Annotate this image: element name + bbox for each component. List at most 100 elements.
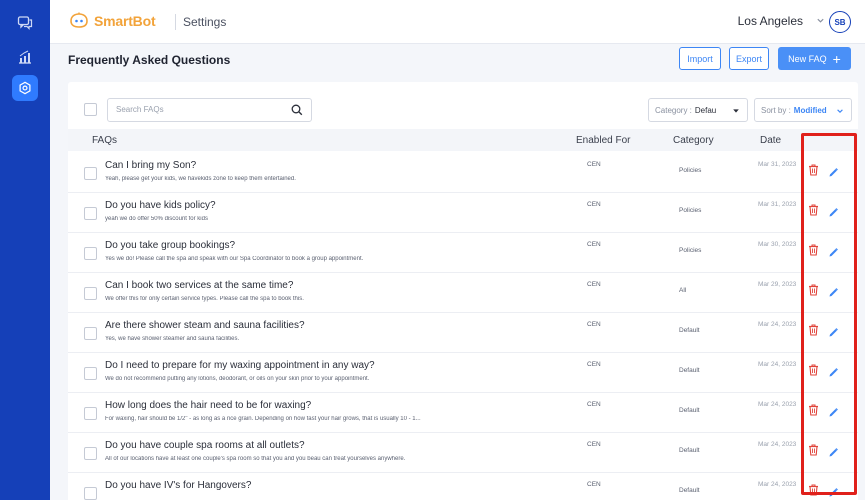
chevron-down-icon[interactable]: [816, 16, 825, 25]
row-checkbox[interactable]: [84, 367, 97, 380]
faq-date: Mar 31, 2023: [758, 161, 797, 168]
faq-category: Default: [679, 447, 700, 454]
select-all-checkbox[interactable]: [84, 103, 97, 116]
delete-icon[interactable]: [808, 443, 819, 461]
table-row[interactable]: Do you have kids policy? yeah we do offer…: [68, 193, 858, 233]
user-avatar[interactable]: SB: [829, 11, 851, 33]
category-filter-select[interactable]: Category : Defau: [648, 98, 748, 122]
faq-question[interactable]: Do you have couple spa rooms at all outl…: [105, 440, 305, 451]
table-row[interactable]: How long does the hair need to be for wa…: [68, 393, 858, 433]
search-placeholder: Search FAQs: [116, 105, 164, 114]
left-nav-rail: [0, 0, 50, 500]
delete-icon[interactable]: [808, 403, 819, 421]
faq-enabled-for: CEN: [587, 401, 601, 408]
delete-icon[interactable]: [808, 163, 819, 181]
faq-enabled-for: CEN: [587, 441, 601, 448]
table-row[interactable]: Do you have couple spa rooms at all outl…: [68, 433, 858, 473]
faq-date: Mar 24, 2023: [758, 481, 797, 488]
edit-pencil-icon[interactable]: [828, 365, 839, 383]
faq-question[interactable]: Are there shower steam and sauna facilit…: [105, 320, 305, 331]
faq-category: Policies: [679, 167, 702, 174]
row-checkbox[interactable]: [84, 407, 97, 420]
row-checkbox[interactable]: [84, 447, 97, 460]
import-button[interactable]: Import: [679, 47, 721, 70]
faq-answer: We offer this for only certain service t…: [105, 296, 304, 302]
faq-answer: Yes we do! Please call the spa and speak…: [105, 256, 364, 262]
chevron-down-icon: [837, 109, 843, 113]
top-bar: SmartBot Settings Los Angeles SB: [50, 0, 865, 44]
edit-pencil-icon[interactable]: [828, 445, 839, 463]
faq-question[interactable]: Can I book two services at the same time…: [105, 280, 293, 291]
table-row[interactable]: Do you take group bookings? Yes we do! Pl…: [68, 233, 858, 273]
row-checkbox[interactable]: [84, 167, 97, 180]
edit-pencil-icon[interactable]: [828, 245, 839, 263]
divider: [175, 14, 176, 30]
faq-question[interactable]: How long does the hair need to be for wa…: [105, 400, 311, 411]
location-selector[interactable]: Los Angeles: [738, 14, 803, 28]
table-row[interactable]: Do you have IV's for Hangovers? CEN Defaul…: [68, 473, 858, 500]
faq-enabled-for: CEN: [587, 361, 601, 368]
faq-category: Default: [679, 367, 700, 374]
edit-pencil-icon[interactable]: [828, 405, 839, 423]
faq-date: Mar 24, 2023: [758, 441, 797, 448]
row-checkbox[interactable]: [84, 207, 97, 220]
row-checkbox[interactable]: [84, 487, 97, 500]
sort-prefix: Sort by :: [761, 105, 791, 115]
row-checkbox[interactable]: [84, 247, 97, 260]
chat-icon[interactable]: [12, 10, 38, 36]
edit-pencil-icon[interactable]: [828, 485, 839, 500]
column-header-category[interactable]: Category: [673, 135, 714, 146]
faq-question[interactable]: Do you have kids policy?: [105, 200, 216, 211]
faq-question[interactable]: Do you take group bookings?: [105, 240, 235, 251]
faq-question[interactable]: Do I need to prepare for my waxing appoi…: [105, 360, 375, 371]
row-checkbox[interactable]: [84, 327, 97, 340]
new-faq-label: New FAQ: [788, 53, 827, 64]
faq-enabled-for: CEN: [587, 201, 601, 208]
faq-category: Default: [679, 487, 700, 494]
column-header-faqs[interactable]: FAQs: [92, 135, 117, 146]
export-button[interactable]: Export: [729, 47, 769, 70]
delete-icon[interactable]: [808, 283, 819, 301]
delete-icon[interactable]: [808, 203, 819, 221]
edit-pencil-icon[interactable]: [828, 205, 839, 223]
faq-category: Policies: [679, 247, 702, 254]
faq-category: Policies: [679, 207, 702, 214]
delete-icon[interactable]: [808, 363, 819, 381]
sort-value: Modified: [793, 105, 827, 115]
edit-pencil-icon[interactable]: [828, 285, 839, 303]
page-title: Frequently Asked Questions: [68, 53, 231, 67]
delete-icon[interactable]: [808, 323, 819, 341]
delete-icon[interactable]: [808, 243, 819, 261]
table-row[interactable]: Do I need to prepare for my waxing appoi…: [68, 353, 858, 393]
caret-down-icon: [733, 109, 739, 113]
faq-answer: yeah we do offer 50% discount for kids: [105, 216, 208, 222]
smartbot-logo[interactable]: SmartBot: [68, 12, 156, 30]
table-row[interactable]: Can I book two services at the same time…: [68, 273, 858, 313]
settings-icon[interactable]: [12, 75, 38, 101]
faq-date: Mar 24, 2023: [758, 361, 797, 368]
row-checkbox[interactable]: [84, 287, 97, 300]
search-input[interactable]: Search FAQs: [107, 98, 312, 122]
table-row[interactable]: Are there shower steam and sauna facilit…: [68, 313, 858, 353]
category-filter-value: Defau: [694, 105, 717, 115]
faq-answer: All of our locations have at least one c…: [105, 456, 406, 462]
column-header-date[interactable]: Date: [760, 135, 781, 146]
faq-category: All: [679, 287, 687, 294]
edit-pencil-icon[interactable]: [828, 165, 839, 183]
analytics-icon[interactable]: [12, 44, 38, 70]
faq-date: Mar 30, 2023: [758, 241, 797, 248]
delete-icon[interactable]: [808, 483, 819, 500]
edit-pencil-icon[interactable]: [828, 325, 839, 343]
faq-question[interactable]: Can I bring my Son?: [105, 160, 196, 171]
new-faq-button[interactable]: New FAQ +: [778, 47, 851, 70]
faq-date: Mar 24, 2023: [758, 401, 797, 408]
faq-enabled-for: CEN: [587, 281, 601, 288]
faq-enabled-for: CEN: [587, 481, 601, 488]
faq-question[interactable]: Do you have IV's for Hangovers?: [105, 480, 251, 491]
table-row[interactable]: Can I bring my Son? Yeah, please get your…: [68, 153, 858, 193]
faq-date: Mar 29, 2023: [758, 281, 797, 288]
search-icon[interactable]: [291, 104, 303, 116]
sort-by-select[interactable]: Sort by : Modified: [754, 98, 852, 122]
table-header: [68, 129, 858, 151]
column-header-enabled-for[interactable]: Enabled For: [576, 135, 630, 146]
